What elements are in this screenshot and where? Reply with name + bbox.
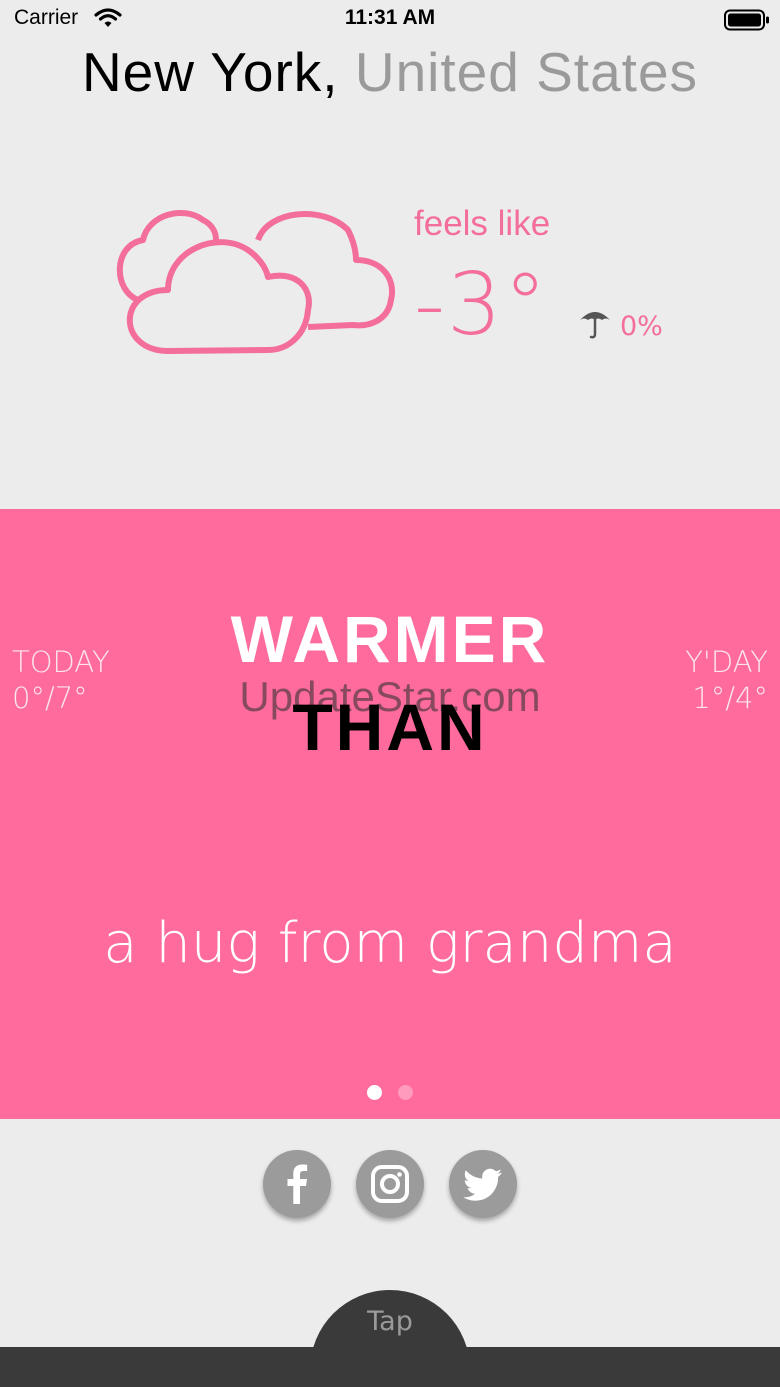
city-name: New York, <box>81 41 339 103</box>
comparison-phrase: a hug from grandma <box>103 911 677 976</box>
umbrella-icon <box>578 306 612 344</box>
headline-than: THAN <box>292 690 488 764</box>
instagram-button[interactable] <box>356 1150 424 1218</box>
comparison-card[interactable]: TODAY 0°/7° Y'DAY 1°/4° WARMER UpdateSta… <box>0 509 780 1119</box>
twitter-icon <box>463 1168 503 1201</box>
cloudy-icon <box>108 205 403 364</box>
twitter-button[interactable] <box>449 1150 518 1218</box>
tap-label[interactable]: Tap <box>310 1306 470 1337</box>
tap-handle[interactable] <box>310 1290 470 1387</box>
facebook-button[interactable] <box>262 1150 331 1218</box>
page-dot[interactable] <box>398 1085 413 1100</box>
location-title: New York, United States <box>0 40 780 104</box>
app-screen: Carrier 11:31 AM New York, United States <box>0 0 780 1387</box>
page-indicator[interactable] <box>0 1085 780 1104</box>
clock: 11:31 AM <box>344 6 436 29</box>
page-dot-active[interactable] <box>367 1085 382 1100</box>
instagram-icon <box>371 1165 409 1203</box>
headline-warmer: WARMER <box>230 602 550 676</box>
feels-like-label: feels like <box>414 204 551 243</box>
social-share-row <box>0 1150 780 1218</box>
status-bar: Carrier 11:31 AM <box>0 0 780 40</box>
battery-icon <box>724 9 770 35</box>
country-name: United States <box>354 41 699 103</box>
temperature: -3° <box>414 255 549 355</box>
precipitation-chance: 0% <box>620 311 663 342</box>
facebook-icon <box>287 1164 308 1204</box>
